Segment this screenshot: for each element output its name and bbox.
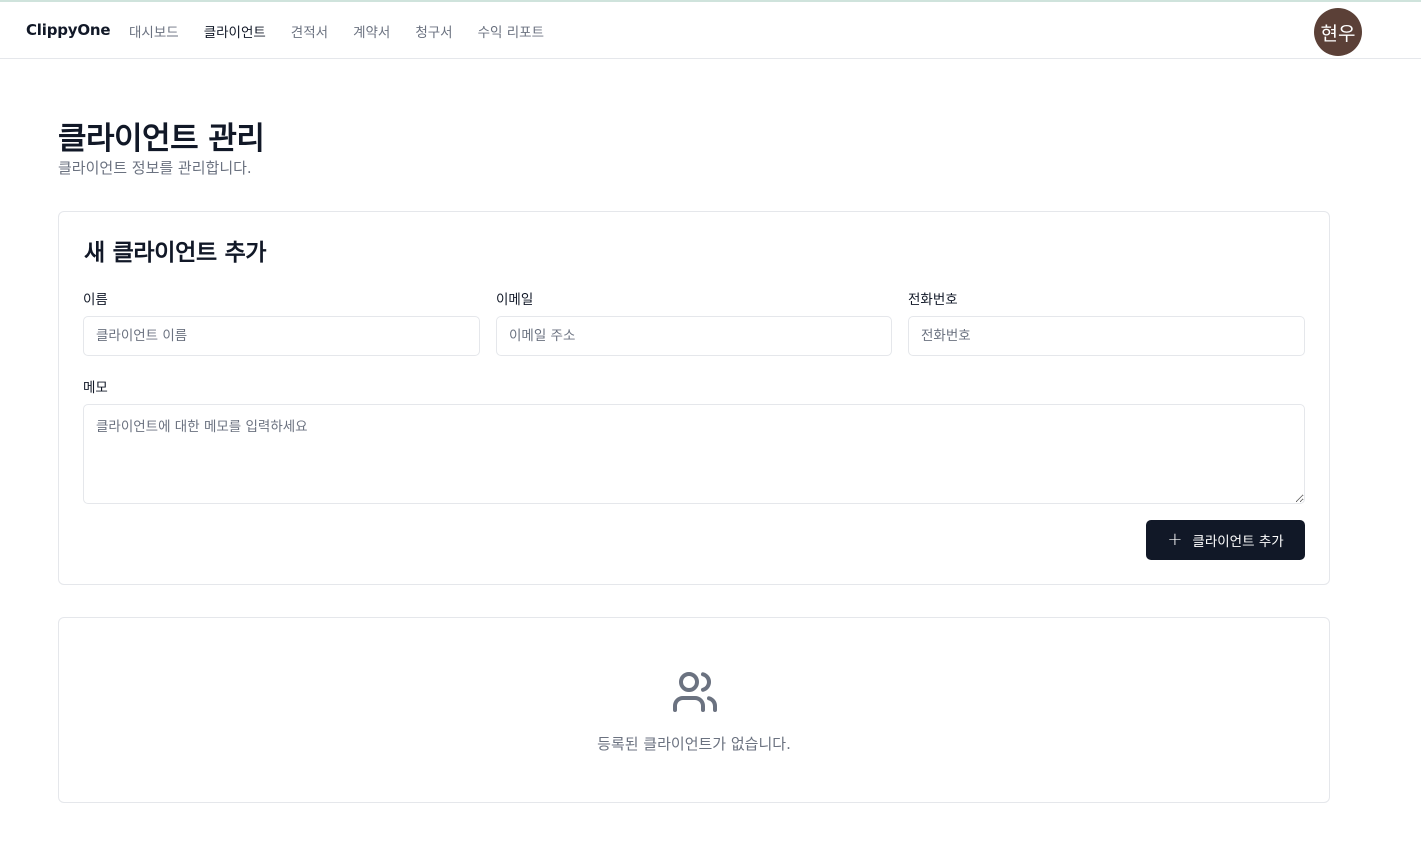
email-input[interactable] [496, 316, 892, 356]
nav-link-quotes[interactable]: 견적서 [291, 21, 328, 41]
phone-label: 전화번호 [908, 292, 958, 308]
email-label: 이메일 [496, 292, 534, 308]
add-client-button[interactable]: + 클라이언트 추가 [1146, 520, 1305, 560]
plus-icon: + [1167, 529, 1183, 550]
name-label: 이름 [83, 292, 108, 308]
memo-textarea[interactable] [83, 404, 1305, 504]
nav-link-revenue-report[interactable]: 수익 리포트 [478, 21, 544, 41]
user-avatar[interactable]: 현우 [1314, 8, 1362, 56]
client-list-empty-state: 등록된 클라이언트가 없습니다. [58, 617, 1330, 803]
memo-label: 메모 [83, 380, 108, 396]
add-client-card: 새 클라이언트 추가 이름 이메일 전화번호 메모 + 클라이언트 추가 [58, 211, 1330, 585]
page-title: 클라이언트 관리 [58, 121, 265, 157]
add-client-title: 새 클라이언트 추가 [84, 240, 267, 266]
name-input[interactable] [83, 316, 480, 356]
page-subtitle: 클라이언트 정보를 관리합니다. [58, 159, 252, 177]
nav-link-invoices[interactable]: 청구서 [415, 21, 452, 41]
empty-state-text: 등록된 클라이언트가 없습니다. [597, 735, 791, 753]
main-nav: 대시보드 클라이언트 견적서 계약서 청구서 수익 리포트 [129, 21, 569, 41]
nav-link-clients[interactable]: 클라이언트 [204, 21, 266, 41]
nav-link-contracts[interactable]: 계약서 [353, 21, 390, 41]
nav-link-dashboard[interactable]: 대시보드 [129, 21, 179, 41]
phone-input[interactable] [908, 316, 1305, 356]
add-client-button-label: 클라이언트 추가 [1192, 534, 1284, 550]
brand-logo[interactable]: ClippyOne [26, 21, 111, 39]
users-icon [673, 672, 717, 712]
top-navbar: ClippyOne 대시보드 클라이언트 견적서 계약서 청구서 수익 리포트 … [0, 2, 1421, 59]
